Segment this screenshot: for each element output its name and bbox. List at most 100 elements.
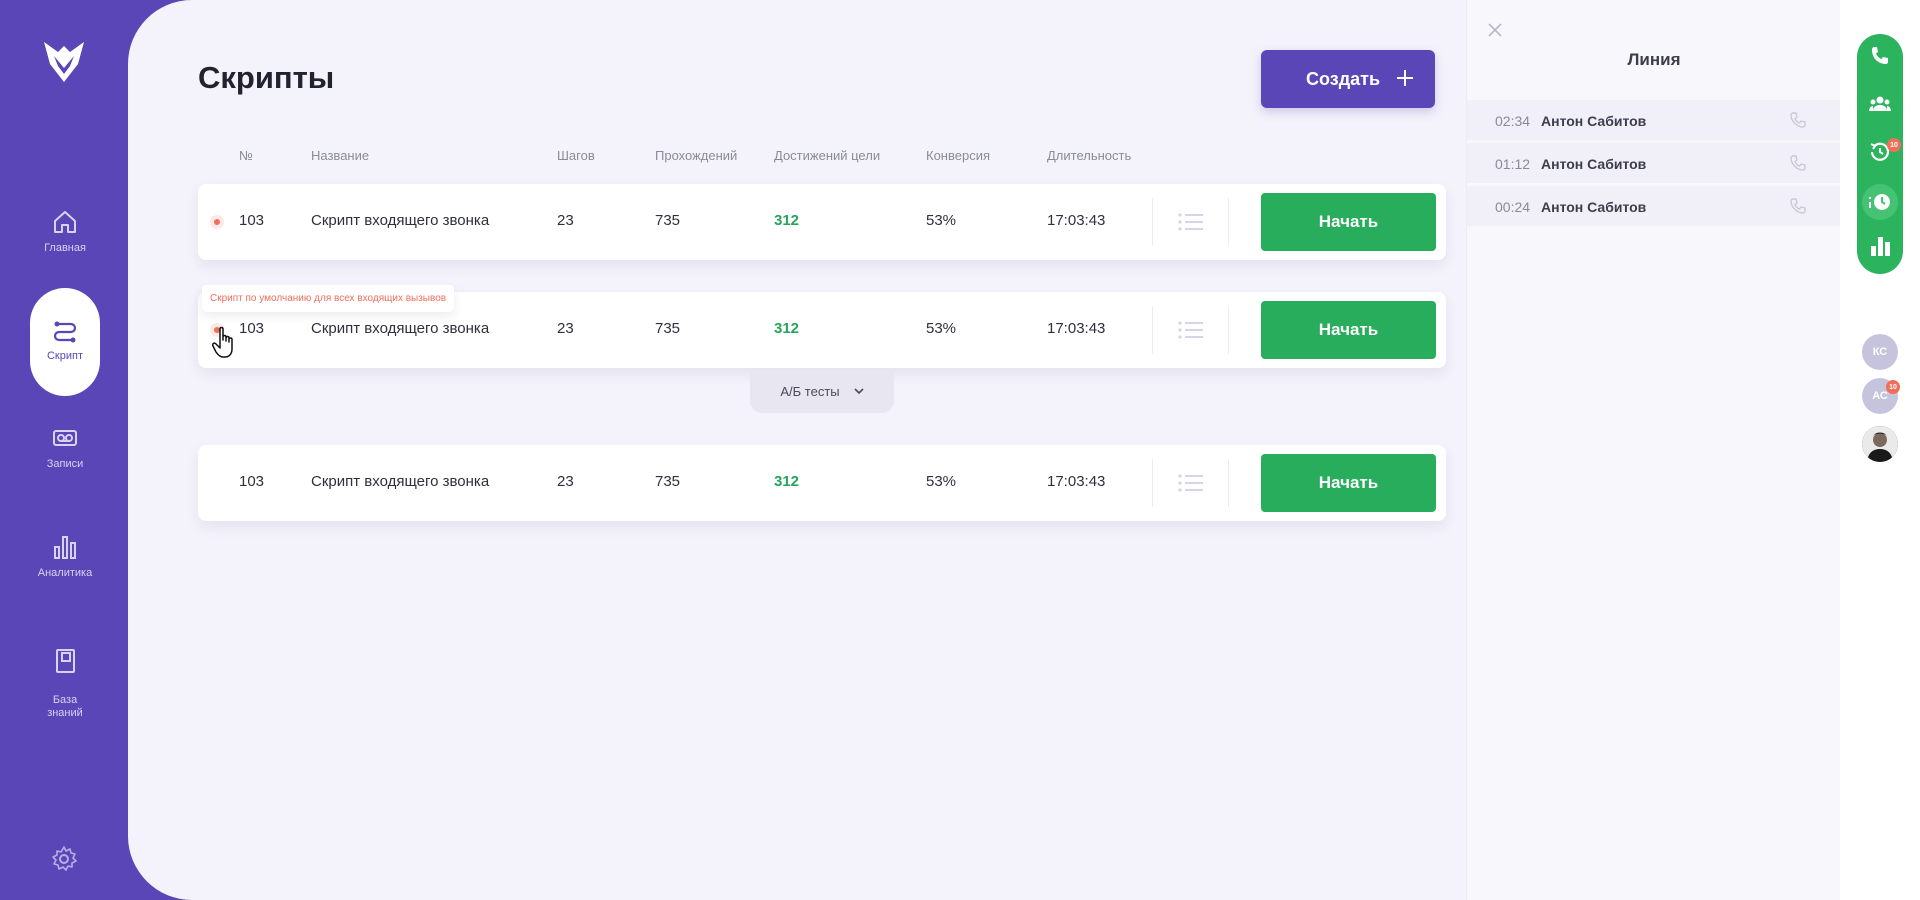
- divider: [1228, 459, 1229, 507]
- divider: [1152, 198, 1153, 246]
- user-photo-avatar[interactable]: [1862, 426, 1898, 462]
- sidebar: Главная Скрипт Записи Аналитика База зна…: [0, 0, 140, 900]
- sidebar-item-analytics[interactable]: Аналитика: [30, 533, 100, 579]
- stats-icon[interactable]: [1868, 234, 1892, 258]
- row-duration: 17:03:43: [1047, 473, 1106, 490]
- ab-tests-toggle[interactable]: А/Б тесты: [750, 369, 894, 413]
- call-time: 02:34: [1495, 113, 1531, 129]
- create-button[interactable]: Создать: [1261, 50, 1435, 108]
- right-toolbar: 10 КС АС 10: [1840, 0, 1920, 900]
- phone-icon[interactable]: [1789, 197, 1807, 215]
- script-flow-icon: [53, 321, 77, 343]
- row-name: Скрипт входящего звонка: [311, 212, 490, 229]
- call-time: 01:12: [1495, 156, 1531, 172]
- row-duration: 17:03:43: [1047, 212, 1106, 229]
- row-duration: 17:03:43: [1047, 320, 1106, 337]
- col-header-steps: Шагов: [557, 148, 595, 163]
- phone-icon[interactable]: [1868, 44, 1892, 68]
- call-name: Антон Сабитов: [1541, 199, 1647, 215]
- sidebar-item-home[interactable]: Главная: [30, 208, 100, 254]
- sidebar-item-label: Скрипт: [46, 350, 83, 362]
- avatar-initials: КС: [1872, 346, 1888, 358]
- avatar-badge: 10: [1886, 380, 1900, 394]
- page-title: Скрипты: [198, 60, 335, 95]
- col-header-passes: Прохождений: [655, 148, 738, 163]
- row-passes: 735: [655, 320, 681, 337]
- start-button[interactable]: Начать: [1261, 454, 1436, 512]
- sidebar-item-knowledge-base[interactable]: База знаний: [30, 634, 100, 720]
- call-time: 00:24: [1495, 199, 1531, 215]
- col-header-goals: Достижений цели: [774, 148, 881, 163]
- gear-icon[interactable]: [50, 845, 78, 873]
- row-goals: 312: [774, 320, 800, 337]
- default-script-dot-icon[interactable]: [214, 219, 220, 225]
- row-steps: 23: [557, 473, 574, 490]
- create-button-label: Создать: [1306, 68, 1381, 89]
- divider: [1152, 459, 1153, 507]
- main-content: Скрипты Создать № Название Шагов Прохожд…: [128, 0, 1466, 900]
- list-icon[interactable]: [1178, 473, 1204, 493]
- table-row[interactable]: 103 Скрипт входящего звонка 23 735 312 5…: [198, 184, 1446, 260]
- col-header-conversion: Конверсия: [926, 148, 991, 163]
- call-name: Антон Сабитов: [1541, 113, 1647, 129]
- row-conversion: 53%: [926, 320, 957, 337]
- row-steps: 23: [557, 320, 574, 337]
- close-icon[interactable]: [1487, 22, 1503, 38]
- user-photo-icon: [1862, 426, 1898, 462]
- queue-timer-icon[interactable]: [1862, 184, 1898, 220]
- line-panel: Линия 02:34 Антон Сабитов 01:12 Антон Са…: [1466, 0, 1841, 900]
- divider: [1228, 306, 1229, 354]
- row-goals: 312: [774, 473, 800, 490]
- avatar-initials: АС: [1872, 390, 1888, 402]
- list-icon[interactable]: [1178, 320, 1204, 340]
- row-passes: 735: [655, 212, 681, 229]
- sidebar-item-records[interactable]: Записи: [30, 424, 100, 470]
- chevron-down-icon: [854, 388, 864, 395]
- plus-icon: [1397, 70, 1413, 86]
- col-header-name: Название: [311, 148, 370, 163]
- call-list-item[interactable]: 00:24 Антон Сабитов: [1467, 186, 1841, 226]
- row-number: 103: [239, 473, 265, 490]
- sidebar-item-label: Аналитика: [37, 567, 93, 579]
- home-icon: [54, 211, 76, 233]
- clock-icon: [1869, 194, 1890, 210]
- call-list-item[interactable]: 02:34 Антон Сабитов: [1467, 100, 1841, 140]
- start-button[interactable]: Начать: [1261, 193, 1436, 251]
- sidebar-item-label: Записи: [46, 458, 84, 470]
- voicemail-icon: [53, 430, 77, 446]
- group-icon[interactable]: [1868, 92, 1892, 116]
- divider: [1228, 198, 1229, 246]
- hand-cursor-icon: [212, 326, 233, 358]
- phone-icon[interactable]: [1789, 111, 1807, 129]
- row-name: Скрипт входящего звонка: [311, 320, 490, 337]
- list-icon[interactable]: [1178, 212, 1204, 232]
- phone-icon[interactable]: [1789, 154, 1807, 172]
- row-number: 103: [239, 320, 265, 337]
- table-row[interactable]: 103 Скрипт входящего звонка 23 735 312 5…: [198, 445, 1446, 521]
- avatar[interactable]: КС: [1862, 334, 1898, 370]
- col-header-number: №: [239, 148, 253, 163]
- row-passes: 735: [655, 473, 681, 490]
- call-tools-bar: 10: [1857, 34, 1903, 274]
- call-name: Антон Сабитов: [1541, 156, 1647, 172]
- row-conversion: 53%: [926, 473, 957, 490]
- row-steps: 23: [557, 212, 574, 229]
- default-script-tooltip: Скрипт по умолчанию для всех входящих вы…: [202, 285, 455, 312]
- fox-logo-icon[interactable]: [40, 38, 88, 86]
- call-list-item[interactable]: 01:12 Антон Сабитов: [1467, 143, 1841, 183]
- row-conversion: 53%: [926, 212, 957, 229]
- start-button[interactable]: Начать: [1261, 301, 1436, 359]
- bar-chart-icon: [54, 536, 76, 559]
- book-icon: [56, 649, 75, 673]
- row-number: 103: [239, 212, 265, 229]
- sidebar-item-script[interactable]: Скрипт: [30, 288, 100, 396]
- ab-tests-label: А/Б тесты: [780, 383, 840, 399]
- row-name: Скрипт входящего звонка: [311, 473, 490, 490]
- line-panel-title: Линия: [1627, 50, 1681, 69]
- sidebar-item-label: Главная: [44, 242, 86, 254]
- history-badge: 10: [1887, 138, 1901, 152]
- row-goals: 312: [774, 212, 800, 229]
- divider: [1152, 306, 1153, 354]
- col-header-duration: Длительность: [1047, 148, 1132, 163]
- sidebar-item-label: База знаний: [47, 694, 83, 719]
